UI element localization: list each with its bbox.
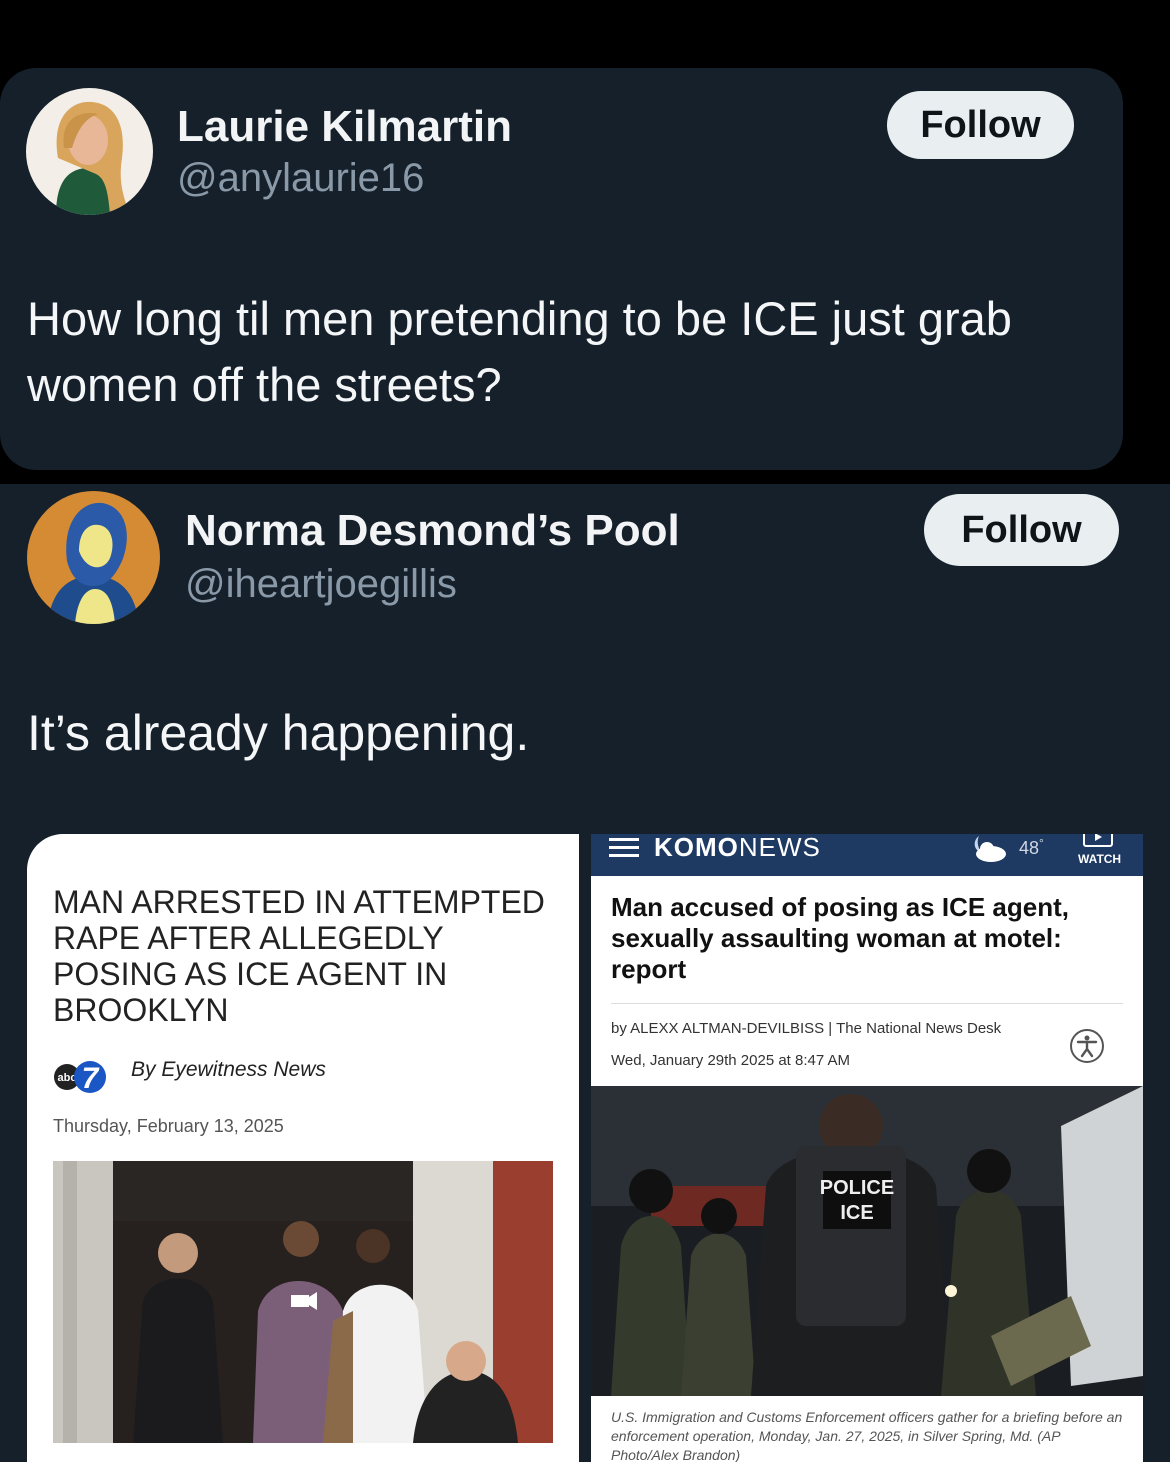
watch-play-icon[interactable] [1083,834,1113,848]
komo-news-logo[interactable]: KOMONEWS [654,834,821,863]
divider [611,1003,1123,1004]
article-photo[interactable]: POLICE ICE [591,1086,1143,1396]
article-photo[interactable] [53,1161,553,1443]
abc7-logo-icon: abc 7 [53,1060,107,1095]
article-byline: by ALEXX ALTMAN-DEVILBISS | The National… [611,1020,1002,1037]
avatar[interactable] [26,88,153,215]
hamburger-menu-icon[interactable] [609,838,639,858]
watch-label[interactable]: WATCH [1078,852,1121,866]
tweet-card-1[interactable]: Laurie Kilmartin @anylaurie16 Follow How… [0,68,1123,470]
temperature-value: 48 [1019,838,1040,858]
author-name[interactable]: Norma Desmond’s Pool [185,506,680,556]
author-name[interactable]: Laurie Kilmartin [177,102,512,152]
vest-label-line1: POLICE [820,1177,894,1199]
article-date: Thursday, February 13, 2025 [53,1116,284,1136]
tweet-text: How long til men pretending to be ICE ju… [27,292,1012,411]
temperature-unit: ° [1039,836,1044,850]
temperature: 48° [1019,836,1044,859]
follow-button[interactable]: Follow [924,494,1119,566]
follow-button[interactable]: Follow [887,91,1074,159]
article-byline: By Eyewitness News [131,1058,326,1081]
weather-cloud-moon-icon[interactable] [967,834,1011,864]
article-date: Wed, January 29th 2025 at 8:47 AM [611,1052,851,1069]
article-headline: MAN ARRESTED IN ATTEMPTED RAPE AFTER ALL… [53,884,545,1028]
author-handle[interactable]: @iheartjoegillis [185,562,457,607]
abc-logo-text: abc [58,1072,77,1084]
news-screenshot-abc[interactable]: MAN ARRESTED IN ATTEMPTED RAPE AFTER ALL… [27,834,579,1462]
site-header: KOMONEWS 48° WATCH [591,834,1143,876]
logo-light: NEWS [738,834,821,862]
photo-caption: U.S. Immigration and Customs Enforcement… [611,1409,1123,1462]
tweet-text: It’s already happening. [27,705,530,761]
author-handle[interactable]: @anylaurie16 [177,156,424,201]
article-headline: Man accused of posing as ICE agent, sexu… [611,892,1069,984]
vest-label-line2: ICE [840,1202,873,1224]
logo-bold: KOMO [654,834,739,862]
avatar[interactable] [27,491,160,624]
svg-text:7: 7 [82,1062,100,1094]
news-screenshot-komo[interactable]: KOMONEWS 48° WATCH Man accused of posing… [591,834,1143,1462]
accessibility-icon[interactable] [1069,1028,1105,1064]
